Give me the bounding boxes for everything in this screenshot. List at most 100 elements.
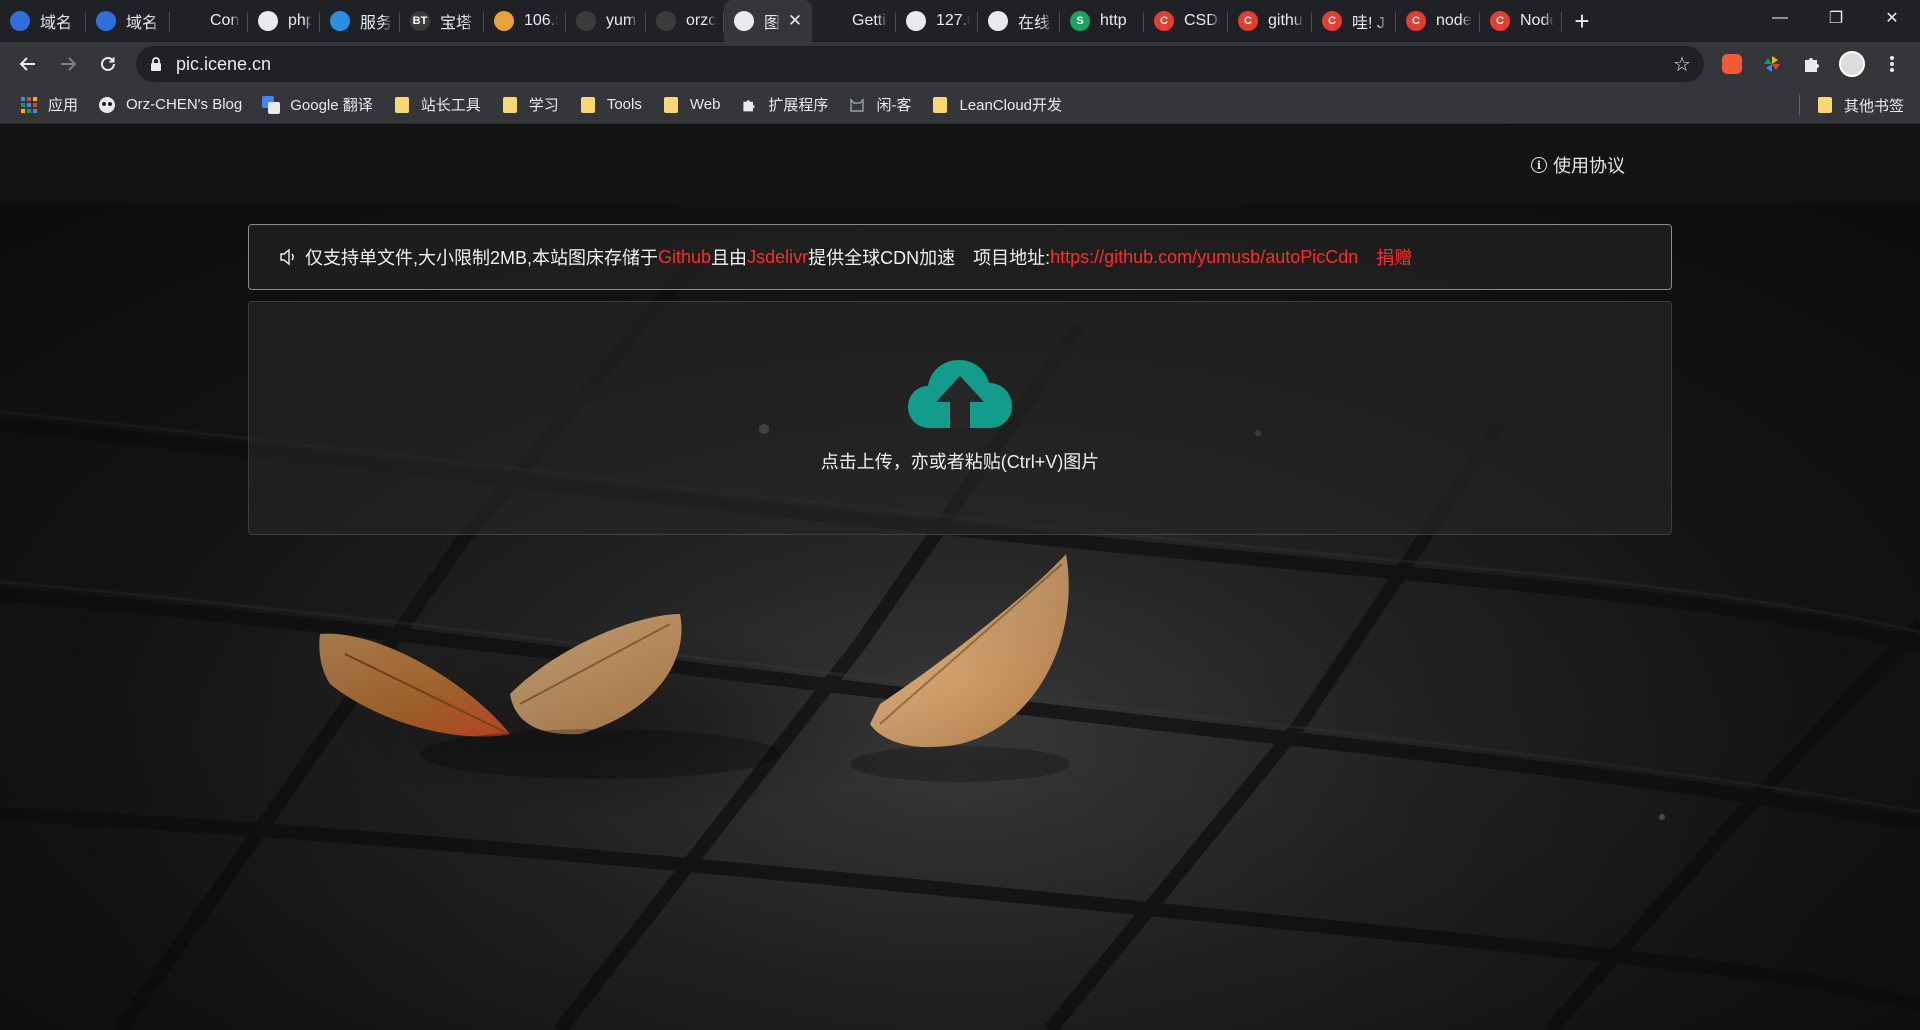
bookmark-item[interactable]: 闲-客: [838, 90, 921, 120]
browser-tab[interactable]: 图 ✕: [724, 0, 812, 42]
other-bookmarks-folder[interactable]: 其他书签: [1806, 90, 1914, 120]
bookmark-item[interactable]: 站长工具: [383, 90, 491, 120]
browser-tab[interactable]: Cont: [170, 0, 248, 42]
web-page: i 使用协议 仅支持单文件,大小限制2MB,本站图床存储于 Github 且由 …: [0, 124, 1920, 1030]
browser-tab[interactable]: BT 宝塔: [400, 0, 484, 42]
bookmark-item[interactable]: 学习: [491, 90, 569, 120]
reload-button[interactable]: [88, 44, 128, 84]
folder-icon: [579, 96, 597, 114]
forward-arrow-icon: [61, 57, 77, 71]
browser-tab[interactable]: yumu: [566, 0, 646, 42]
browser-tab[interactable]: 服务器: [320, 0, 400, 42]
tab-title: http: [1100, 12, 1127, 29]
bookmark-item[interactable]: 应用: [10, 90, 88, 120]
bookmark-item[interactable]: Orz-CHEN's Blog: [88, 90, 252, 120]
new-tab-button[interactable]: +: [1562, 0, 1602, 42]
tab-favicon-icon: [906, 11, 926, 31]
other-bookmarks-label: 其他书签: [1843, 97, 1904, 115]
upload-dropzone[interactable]: 点击上传，亦或者粘贴(Ctrl+V)图片: [248, 301, 1672, 535]
extensions-puzzle-icon[interactable]: [1792, 44, 1832, 84]
profile-avatar[interactable]: [1832, 44, 1872, 84]
folder-icon: [931, 96, 949, 114]
github-link[interactable]: Github: [658, 247, 711, 268]
bookmark-label: 闲-客: [876, 97, 912, 114]
close-window-button[interactable]: ✕: [1864, 0, 1920, 36]
tab-favicon-icon: [576, 11, 596, 31]
folder-icon: [1816, 96, 1834, 114]
bookmark-item[interactable]: Google 翻译: [252, 90, 383, 120]
browser-toolbar: pic.icene.cn ☆: [0, 42, 1920, 86]
browser-tab[interactable]: C Node: [1480, 0, 1562, 42]
tab-title: 图: [764, 15, 780, 32]
bookmark-item[interactable]: LeanCloud开发: [921, 90, 1072, 120]
bookmark-label: 学习: [528, 97, 559, 114]
tab-title: 127.0: [936, 12, 970, 29]
bookmark-star-icon[interactable]: ☆: [1660, 52, 1704, 77]
bookmarks-bar: 应用 Orz-CHEN's Blog Google 翻译 站长工具 学习 Tools Web…: [0, 86, 1920, 124]
lock-icon[interactable]: [136, 56, 176, 72]
repo-link[interactable]: https://github.com/yumusb/autoPicCdn: [1050, 247, 1358, 268]
tab-favicon-icon: [96, 11, 116, 31]
minimize-button[interactable]: —: [1752, 0, 1808, 36]
browser-tab[interactable]: 域名: [86, 0, 170, 42]
extensions-area: [1712, 42, 1912, 86]
browser-tab[interactable]: Cgithu: [1228, 0, 1312, 42]
address-bar[interactable]: pic.icene.cn ☆: [136, 46, 1704, 82]
menu-kebab-icon[interactable]: [1872, 44, 1912, 84]
browser-tab[interactable]: Cnode: [1396, 0, 1480, 42]
tab-favicon-icon: [330, 11, 350, 31]
tab-title: php: [288, 12, 312, 29]
browser-tab[interactable]: orzch: [646, 0, 724, 42]
browser-tab[interactable]: php: [248, 0, 320, 42]
extension-feedly-icon[interactable]: [1712, 44, 1752, 84]
usage-agreement-link[interactable]: i 使用协议: [1531, 152, 1625, 178]
bookmark-item[interactable]: Tools: [569, 90, 652, 120]
browser-tab[interactable]: Getti: [812, 0, 896, 42]
bookmark-label: Web: [689, 96, 721, 113]
notice-text-3: 提供全球CDN加速: [808, 248, 956, 268]
browser-tab[interactable]: 106.5: [484, 0, 566, 42]
jsdelivr-link[interactable]: Jsdelivr: [747, 247, 808, 268]
reload-icon: [101, 56, 115, 71]
tab-title: 106.5: [524, 12, 558, 29]
back-button[interactable]: [8, 44, 48, 84]
bookmark-item[interactable]: 扩展程序: [730, 90, 838, 120]
browser-tab[interactable]: C 哇! J: [1312, 0, 1396, 42]
cat-icon: [848, 96, 866, 114]
restore-button[interactable]: ❐: [1808, 0, 1864, 36]
browser-tab[interactable]: 在线: [978, 0, 1060, 42]
browser-tab[interactable]: 域名: [0, 0, 86, 42]
browser-tab[interactable]: C CSDN: [1144, 0, 1228, 42]
tab-favicon-icon: C: [1490, 11, 1510, 31]
window-controls: — ❐ ✕: [1752, 0, 1920, 36]
tab-favicon-icon: C: [1406, 11, 1426, 31]
tab-title: 哇! J: [1352, 15, 1385, 32]
donate-link[interactable]: 捐赠: [1376, 244, 1412, 270]
tab-favicon-icon: [258, 11, 278, 31]
tab-favicon-icon: C: [1154, 11, 1174, 31]
tab-title: orzch: [686, 12, 716, 29]
extension-pinwheel-icon[interactable]: [1752, 44, 1792, 84]
bookmark-label: Orz-CHEN's Blog: [126, 96, 243, 113]
tab-favicon-icon: [180, 11, 200, 31]
bookmark-item[interactable]: Web: [652, 90, 731, 120]
browser-tab[interactable]: Shttp: [1060, 0, 1144, 42]
tab-title: 宝塔: [440, 15, 473, 32]
tab-title: 服务器: [360, 15, 392, 32]
tab-title: 在线: [1018, 15, 1051, 32]
browser-tab[interactable]: 127.0: [896, 0, 978, 42]
bookmark-label: Google 翻译: [290, 97, 373, 114]
folder-icon: [662, 96, 680, 114]
tab-close-icon[interactable]: ✕: [786, 12, 804, 30]
other-bookmarks-area: 其他书签: [1798, 86, 1914, 124]
translate-icon: [262, 95, 281, 114]
blog-icon: [98, 96, 116, 114]
tab-title: node: [1436, 12, 1472, 29]
tab-title: 域名: [126, 15, 159, 32]
tab-title: Node: [1520, 12, 1554, 29]
forward-button[interactable]: [48, 44, 88, 84]
url-text[interactable]: pic.icene.cn: [176, 54, 1660, 75]
bookmark-label: LeanCloud开发: [959, 97, 1062, 114]
puzzle-icon: [740, 96, 758, 114]
tab-title: Getti: [852, 12, 886, 29]
